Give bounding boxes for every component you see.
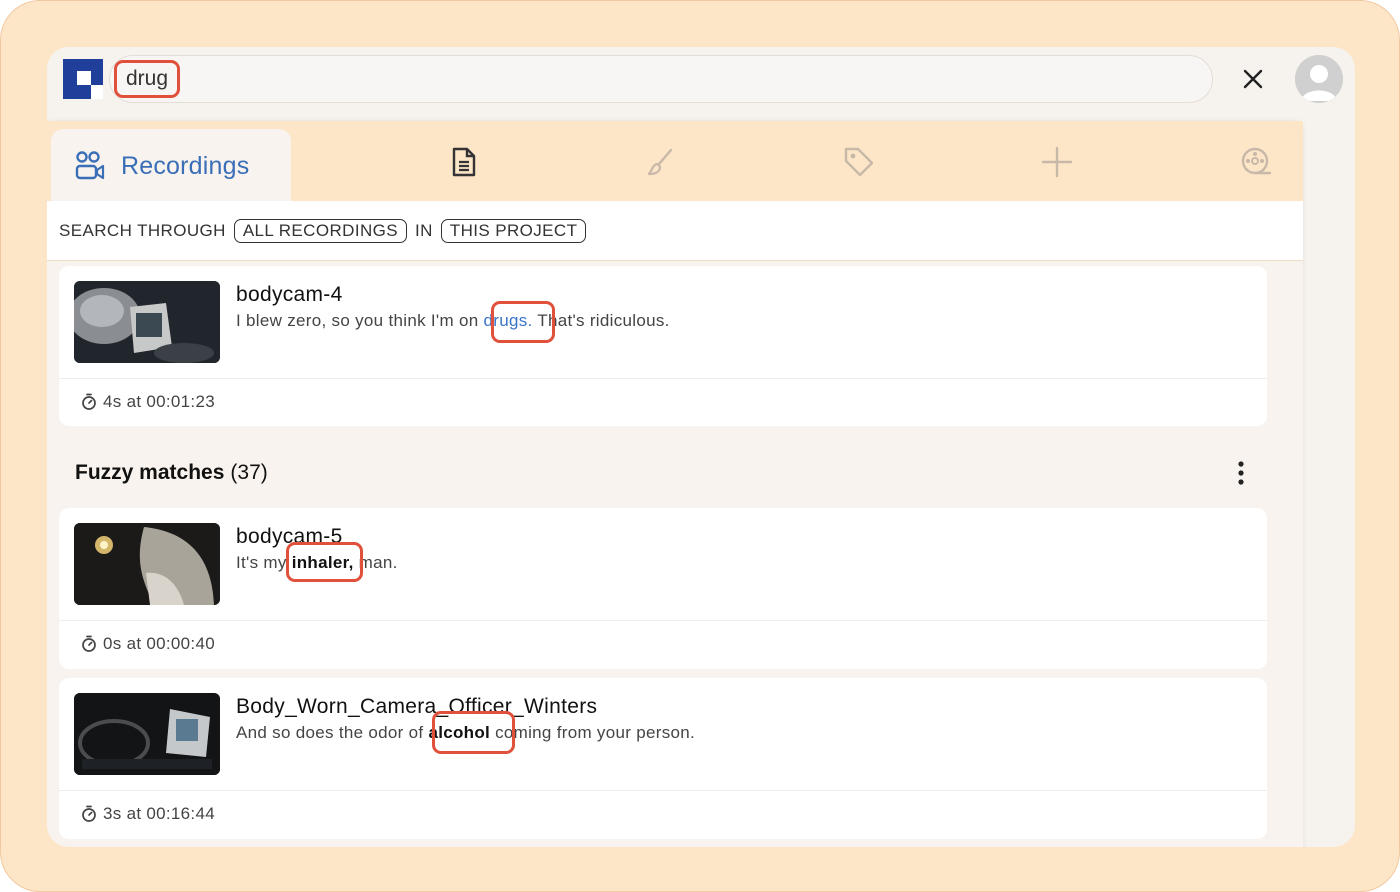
app-frame: Recordings — [0, 0, 1400, 892]
search-window: Recordings — [47, 47, 1355, 847]
stopwatch-icon — [82, 805, 96, 822]
snippet-before: It's my — [236, 553, 292, 572]
snippet-before: And so does the odor of — [236, 723, 429, 742]
result-card-body-worn-camera[interactable]: Body_Worn_Camera_Officer_Winters And so … — [59, 678, 1267, 839]
close-button[interactable] — [1237, 63, 1269, 95]
film-reel-icon — [1241, 147, 1272, 175]
scope-prefix: SEARCH THROUGH — [59, 220, 226, 240]
result-snippet: It's my inhaler, man. — [236, 553, 398, 573]
tab-annotations[interactable] — [644, 145, 678, 179]
fuzzy-count: (37) — [230, 461, 268, 484]
result-card-bodycam-5[interactable]: bodycam-5 It's my inhaler, man. 0s at 00… — [59, 508, 1267, 669]
tab-recordings-label: Recordings — [121, 151, 250, 180]
timestamp-text: 3s at 00:16:44 — [103, 804, 215, 823]
scroll-track — [1303, 121, 1355, 847]
fuzzy-matches-heading: Fuzzy matches (37) — [75, 461, 268, 485]
brand-logo — [63, 59, 103, 99]
brush-icon — [647, 148, 673, 176]
stopwatch-icon — [82, 393, 96, 410]
recording-thumbnail — [74, 523, 220, 605]
tab-tags[interactable] — [842, 145, 876, 179]
snippet-after: coming from your person. — [490, 723, 696, 742]
close-icon — [1243, 69, 1263, 89]
tab-media[interactable] — [1239, 145, 1273, 179]
result-timestamp: 4s at 00:01:23 — [81, 392, 215, 412]
tab-bar: Recordings — [47, 121, 1303, 203]
tab-documents[interactable] — [447, 145, 481, 179]
scope-middle: IN — [414, 220, 433, 240]
more-options-button[interactable] — [1227, 457, 1255, 489]
recording-thumbnail — [74, 693, 220, 775]
result-timestamp: 3s at 00:16:44 — [81, 804, 215, 824]
kebab-menu-icon — [1238, 461, 1244, 485]
snippet-match: drugs. — [483, 311, 533, 330]
search-scope-bar: SEARCH THROUGH ALL RECORDINGS IN THIS PR… — [47, 201, 1303, 261]
snippet-match: inhaler, — [291, 553, 354, 572]
result-title: bodycam-4 — [236, 283, 343, 306]
recording-thumbnail — [74, 281, 220, 363]
tab-recordings[interactable]: Recordings — [51, 129, 291, 203]
timestamp-text: 4s at 00:01:23 — [103, 392, 215, 411]
snippet-after: man. — [353, 553, 398, 572]
plus-icon — [1041, 146, 1073, 178]
result-snippet: And so does the odor of alcohol coming f… — [236, 723, 695, 743]
search-box[interactable] — [109, 55, 1213, 103]
tab-add[interactable] — [1040, 145, 1074, 179]
snippet-match: alcohol — [428, 723, 491, 742]
result-snippet: I blew zero, so you think I'm on drugs. … — [236, 311, 670, 331]
user-icon — [1295, 55, 1343, 103]
scope-location-selector[interactable]: THIS PROJECT — [440, 218, 587, 243]
snippet-after: That's ridiculous. — [532, 311, 670, 330]
result-title: bodycam-5 — [236, 525, 343, 548]
user-avatar[interactable] — [1295, 55, 1343, 103]
timestamp-text: 0s at 00:00:40 — [103, 634, 215, 653]
recordings-icon — [75, 151, 105, 180]
result-timestamp: 0s at 00:00:40 — [81, 634, 215, 654]
card-divider — [59, 620, 1267, 621]
stopwatch-icon — [82, 635, 96, 652]
result-title: Body_Worn_Camera_Officer_Winters — [236, 695, 598, 718]
card-divider — [59, 790, 1267, 791]
scope-target-selector[interactable]: ALL RECORDINGS — [233, 218, 407, 243]
results-panel: Recordings SEARCH THROUGH ALL RECORDINGS… — [47, 121, 1303, 847]
result-card-bodycam-4[interactable]: bodycam-4 I blew zero, so you think I'm … — [59, 266, 1267, 426]
snippet-before: I blew zero, so you think I'm on — [236, 311, 484, 330]
document-icon — [452, 147, 476, 177]
search-input[interactable] — [118, 62, 1198, 96]
fuzzy-heading-text: Fuzzy matches — [75, 461, 225, 484]
card-divider — [59, 378, 1267, 379]
tag-icon — [844, 147, 874, 177]
